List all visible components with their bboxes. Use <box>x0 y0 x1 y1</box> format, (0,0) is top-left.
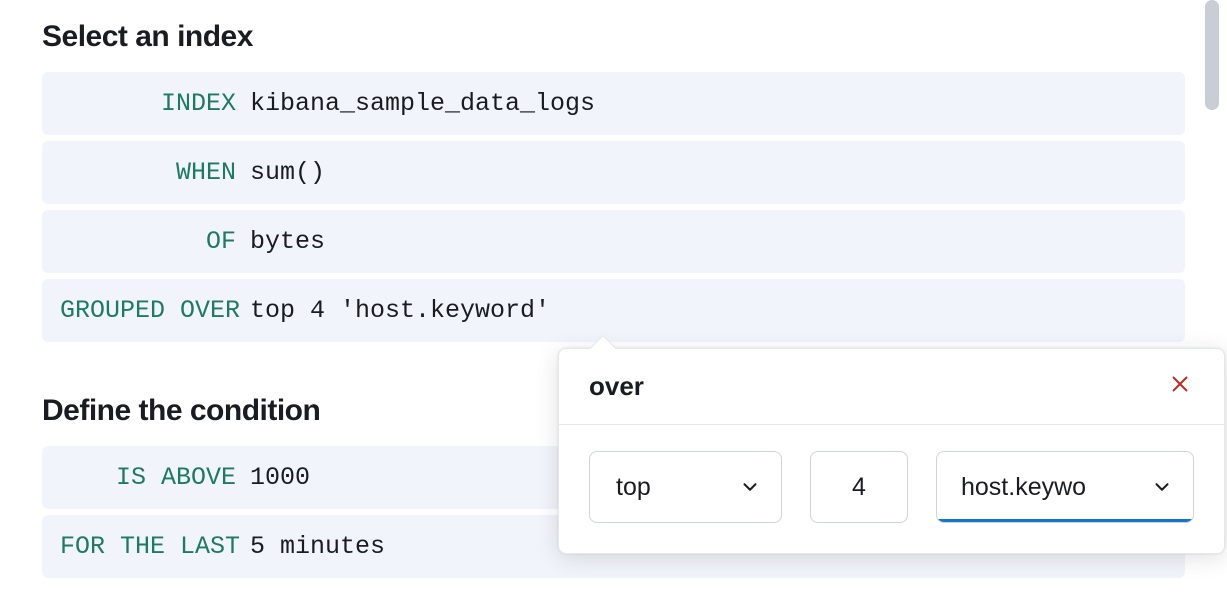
mode-select-value: top <box>616 473 651 502</box>
chevron-down-icon <box>739 476 761 498</box>
expr-keyword-when: WHEN <box>60 155 250 190</box>
scrollbar-thumb[interactable] <box>1205 0 1219 110</box>
expr-value-index: kibana_sample_data_logs <box>250 86 1167 121</box>
expr-keyword-of: OF <box>60 224 250 259</box>
close-icon <box>1169 373 1191 400</box>
expr-keyword-index: INDEX <box>60 86 250 121</box>
field-select-value: host.keywo <box>961 473 1086 502</box>
expression-index[interactable]: INDEX kibana_sample_data_logs <box>42 72 1185 135</box>
expr-keyword-grouped: GROUPED OVER <box>60 293 250 328</box>
chevron-down-icon <box>1151 476 1173 498</box>
over-popover: over top 4 host.keywo <box>558 348 1225 554</box>
expr-value-when: sum() <box>250 155 1167 190</box>
popover-body: top 4 host.keywo <box>559 425 1224 553</box>
expression-when[interactable]: WHEN sum() <box>42 141 1185 204</box>
popover-header: over <box>559 349 1224 425</box>
expression-of[interactable]: OF bytes <box>42 210 1185 273</box>
section-title-index: Select an index <box>42 20 1185 54</box>
popover-title: over <box>589 371 644 402</box>
field-select[interactable]: host.keywo <box>936 451 1194 523</box>
count-input-value: 4 <box>852 473 866 502</box>
expr-value-of: bytes <box>250 224 1167 259</box>
expr-keyword-above: IS ABOVE <box>60 460 250 495</box>
close-button[interactable] <box>1166 373 1194 401</box>
expression-grouped-over[interactable]: GROUPED OVER top 4 'host.keyword' <box>42 279 1185 342</box>
count-input[interactable]: 4 <box>810 451 908 523</box>
expr-keyword-forlast: FOR THE LAST <box>60 529 250 564</box>
mode-select[interactable]: top <box>589 451 782 523</box>
expr-value-grouped: top 4 'host.keyword' <box>250 293 1167 328</box>
